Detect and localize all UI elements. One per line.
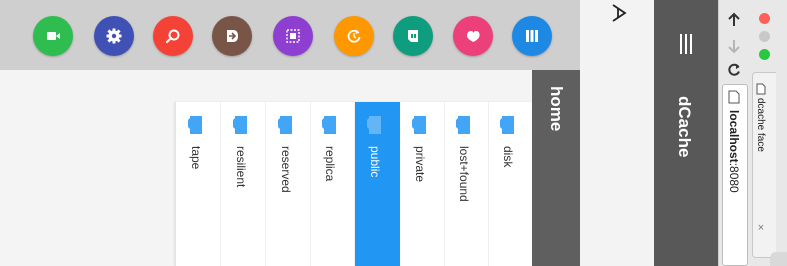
folder-icon [412,115,428,135]
tab-title: dcache face [755,98,766,152]
storage-app-button[interactable] [393,16,433,56]
folder-icon [233,115,249,135]
folder-list: tape resilient reserved replica public p… [175,102,533,266]
side-panel [580,0,654,266]
folder-label: lost+found [457,146,471,202]
address-url: localhost:8080 [727,110,741,193]
page-icon [728,90,740,104]
settings-app-button[interactable] [94,16,134,56]
library-app-button[interactable] [512,16,552,56]
tab-page-icon [756,82,766,95]
arrow-down-icon [728,40,740,54]
window-close-button[interactable] [759,13,770,24]
folder-label: reserved [279,146,293,193]
refresh-icon [347,29,361,43]
folder-replica[interactable]: replica [310,102,355,266]
folder-label: replica [323,146,337,182]
forward-button[interactable] [726,38,742,54]
folder-reserved[interactable]: reserved [266,102,311,266]
folder-tape[interactable]: tape [176,102,221,266]
home-tab-label: home [547,86,566,132]
refresh-app-button[interactable] [334,16,374,56]
reload-button[interactable] [726,62,742,78]
folder-public[interactable]: public [355,102,400,266]
folder-icon [367,115,383,135]
folder-lost-found[interactable]: lost+found [444,102,489,266]
folder-resilient[interactable]: resilient [221,102,266,266]
arrow-up-icon [728,12,740,26]
address-host: localhost [727,110,741,163]
library-icon [526,30,538,42]
folder-icon [278,115,294,135]
back-button[interactable] [726,12,742,28]
search-icon [165,29,180,44]
new-tab-button[interactable] [770,252,787,266]
folder-disk[interactable]: disk [488,102,533,266]
select-app-button[interactable] [273,16,313,56]
folder-label: public [368,146,382,178]
home-tab[interactable]: home [532,70,580,266]
app-title: dCache [675,96,694,158]
content-area: tape resilient reserved replica public p… [0,70,533,266]
sd-card-icon [408,30,418,42]
folder-label: disk [501,146,515,168]
heart-icon [467,31,480,42]
window-maximize-button[interactable] [759,49,770,60]
search-app-button[interactable] [153,16,193,56]
folder-label: tape [189,146,203,170]
folder-label: resilient [234,146,248,188]
folder-icon [456,115,472,135]
camera-app-button[interactable] [33,16,73,56]
select-all-icon [286,29,300,43]
share-icon [227,30,238,42]
video-icon [47,32,60,40]
menu-icon[interactable] [678,34,694,54]
folder-icon [188,115,204,135]
reload-icon [728,63,740,76]
app-toolbar [0,0,580,70]
address-port: :8080 [727,162,741,193]
folder-label: private [413,146,427,183]
favorite-app-button[interactable] [453,16,493,56]
folder-private[interactable]: private [400,102,445,266]
window-minimize-button[interactable] [759,31,770,42]
folder-icon [500,115,516,135]
letter-a-icon [611,4,627,22]
tab-close-icon[interactable]: × [755,222,767,234]
gear-icon [106,28,122,44]
share-app-button[interactable] [212,16,252,56]
folder-icon [322,115,338,135]
